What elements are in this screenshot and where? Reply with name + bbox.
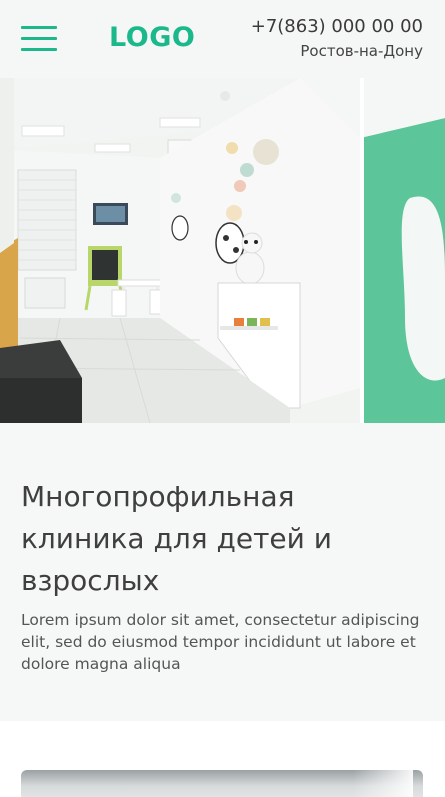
page-title: Многопрофильная клиника для детей и взро… <box>21 480 332 597</box>
logo[interactable]: LOGO <box>109 22 195 53</box>
menu-bar <box>21 48 57 51</box>
menu-bar <box>21 26 57 29</box>
clinic-waiting-room-photo <box>0 78 445 423</box>
phone-number[interactable]: +7(863) 000 00 00 <box>251 16 423 37</box>
menu-bar <box>21 37 57 40</box>
intro-description: Lorem ipsum dolor sit amet, consectetur … <box>21 611 420 673</box>
hamburger-menu-icon[interactable] <box>21 26 57 52</box>
city-label: Ростов-на-Дону <box>300 42 423 60</box>
site-header: LOGO +7(863) 000 00 00 Ростов-на-Дону <box>0 0 445 78</box>
card-highlight <box>353 770 413 797</box>
intro-section: Многопрофильная клиника для детей и взро… <box>0 423 445 721</box>
next-card-image[interactable] <box>21 770 423 797</box>
